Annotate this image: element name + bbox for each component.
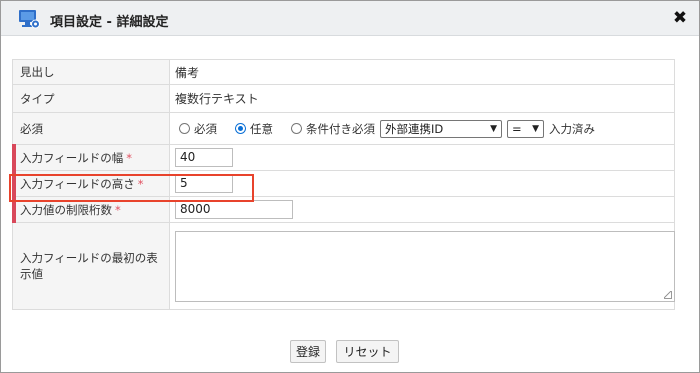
- max-digits-input[interactable]: 8000: [175, 200, 293, 219]
- field-width-input[interactable]: 40: [175, 148, 233, 167]
- row-heading: 見出し 備考: [12, 59, 675, 85]
- required-radio-group: 必須 任意 条件付き必須 外部連携ID ▼ = ▼ 入力済み: [175, 119, 674, 138]
- row-max-digits: 入力値の制限桁数 * 8000: [12, 196, 675, 224]
- field-width-label-text: 入力フィールドの幅: [20, 150, 124, 165]
- type-label: タイプ: [12, 84, 170, 113]
- type-value: 複数行テキスト: [169, 84, 675, 113]
- field-width-cell: 40: [169, 144, 675, 171]
- required-star: *: [126, 150, 133, 165]
- radio-required[interactable]: 必須: [175, 121, 217, 137]
- radio-optional[interactable]: 任意: [231, 121, 273, 137]
- heading-label: 見出し: [12, 59, 170, 85]
- required-star: *: [115, 202, 121, 217]
- max-digits-cell: 8000: [169, 196, 675, 223]
- required-value: 必須 任意 条件付き必須 外部連携ID ▼ = ▼ 入力済み: [169, 112, 675, 145]
- condition-field-select[interactable]: 外部連携ID ▼: [380, 119, 502, 138]
- radio-conditional[interactable]: 条件付き必須: [287, 121, 375, 137]
- condition-field-value: 外部連携ID: [385, 121, 444, 136]
- max-digits-label-text: 入力値の制限桁数: [20, 202, 112, 217]
- radio-conditional-dot[interactable]: [291, 123, 302, 134]
- max-digits-label: 入力値の制限桁数 *: [12, 196, 170, 224]
- radio-optional-dot[interactable]: [235, 123, 246, 134]
- radio-optional-label: 任意: [250, 121, 273, 136]
- initial-value-label: 入力フィールドの最初の表示値: [12, 222, 170, 310]
- dialog-titlebar: 項目設定 - 詳細設定 ✖: [1, 1, 699, 36]
- register-button[interactable]: 登録: [290, 340, 326, 363]
- detail-settings-dialog: 項目設定 - 詳細設定 ✖ 見出し 備考 タイプ 複数行テキスト 必須 必須 任…: [0, 0, 700, 373]
- field-height-label-text: 入力フィールドの高さ: [20, 176, 135, 191]
- condition-operator-value: =: [512, 121, 522, 136]
- field-height-input[interactable]: 5: [175, 174, 233, 193]
- row-type: タイプ 複数行テキスト: [12, 84, 675, 113]
- row-required: 必須 必須 任意 条件付き必須 外部連携ID ▼ = ▼ 入力済み: [12, 112, 675, 145]
- field-height-cell: 5: [169, 170, 675, 197]
- chevron-down-icon: ▼: [490, 123, 497, 134]
- reset-button[interactable]: リセット: [336, 340, 399, 363]
- heading-value: 備考: [169, 59, 675, 85]
- radio-conditional-label: 条件付き必須: [306, 121, 375, 136]
- field-width-label: 入力フィールドの幅 *: [12, 144, 170, 172]
- radio-required-dot[interactable]: [179, 123, 190, 134]
- required-label: 必須: [12, 112, 170, 145]
- row-field-height: 入力フィールドの高さ * 5: [12, 170, 675, 198]
- field-height-label: 入力フィールドの高さ *: [12, 170, 170, 198]
- initial-value-cell: [169, 222, 675, 310]
- condition-operator-select[interactable]: = ▼: [507, 119, 544, 138]
- radio-required-label: 必須: [194, 121, 217, 136]
- settings-table: 見出し 備考 タイプ 複数行テキスト 必須 必須 任意 条件付き必須 外部連携I…: [12, 59, 675, 310]
- chevron-down-icon: ▼: [532, 123, 539, 134]
- monitor-icon: [18, 9, 40, 29]
- initial-value-textarea[interactable]: [175, 230, 675, 302]
- dialog-title: 項目設定 - 詳細設定: [50, 15, 169, 30]
- row-initial-value: 入力フィールドの最初の表示値: [12, 222, 675, 310]
- condition-value-text: 入力済み: [549, 121, 595, 136]
- close-button[interactable]: ✖: [671, 7, 689, 29]
- row-field-width: 入力フィールドの幅 * 40: [12, 144, 675, 172]
- required-star: *: [137, 176, 144, 191]
